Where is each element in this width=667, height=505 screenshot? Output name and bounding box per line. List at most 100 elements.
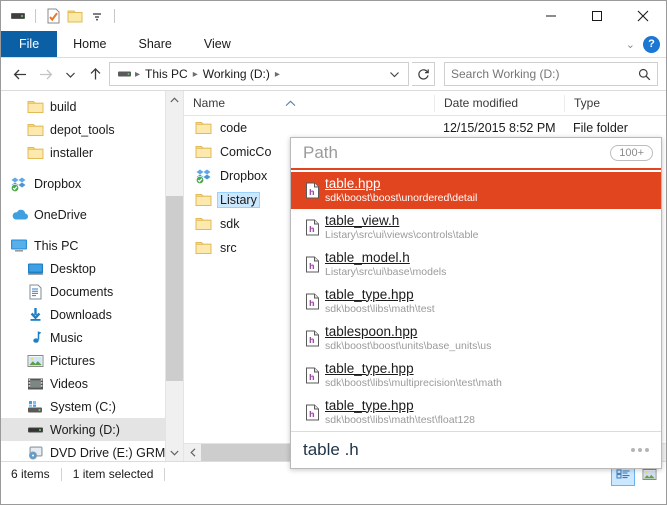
- breadcrumb-dropdown-icon[interactable]: [383, 70, 406, 78]
- nav-item-desktop[interactable]: Desktop: [1, 257, 183, 280]
- nav-item-downloads[interactable]: Downloads: [1, 303, 183, 326]
- nav-item-installer[interactable]: installer: [1, 141, 183, 164]
- svg-text:h: h: [309, 262, 315, 271]
- overflow-menu-icon[interactable]: [631, 448, 649, 452]
- back-button[interactable]: [9, 63, 31, 85]
- refresh-button[interactable]: [412, 62, 435, 86]
- drive-icon[interactable]: [9, 7, 27, 25]
- nav-item-pictures[interactable]: Pictures: [1, 349, 183, 372]
- nav-item-label: installer: [50, 146, 93, 160]
- window-controls: [528, 1, 666, 31]
- help-icon[interactable]: ?: [643, 36, 660, 53]
- close-button[interactable]: [620, 1, 666, 31]
- nav-item-dropbox[interactable]: Dropbox: [1, 172, 183, 195]
- tab-view[interactable]: View: [188, 31, 247, 57]
- properties-icon[interactable]: [44, 7, 62, 25]
- scroll-down-icon[interactable]: [166, 444, 183, 461]
- h-file-icon: h: [299, 293, 325, 310]
- breadcrumb-chevron-2[interactable]: ▸: [273, 69, 282, 80]
- tab-share[interactable]: Share: [123, 31, 188, 57]
- nav-item-onedrive[interactable]: OneDrive: [1, 203, 183, 226]
- column-header-name[interactable]: Name: [184, 95, 434, 112]
- nav-item-this-pc[interactable]: This PC: [1, 234, 183, 257]
- column-header-type[interactable]: Type: [564, 95, 654, 112]
- breadcrumb-chevron-1[interactable]: ▸: [191, 69, 200, 80]
- forward-button[interactable]: [34, 63, 56, 85]
- breadcrumb-item-this-pc[interactable]: This PC: [142, 67, 191, 81]
- recent-locations-button[interactable]: [59, 63, 81, 85]
- result-title: table.hpp: [325, 176, 477, 193]
- downloads-icon: [25, 306, 45, 324]
- status-divider: [61, 468, 62, 481]
- sort-ascending-icon: [285, 100, 296, 107]
- nav-item-label: Music: [50, 331, 83, 345]
- nav-spacer-2: [1, 195, 183, 203]
- breadcrumb-chevron-0[interactable]: ▸: [133, 69, 142, 80]
- quick-access-toolbar: [1, 7, 119, 25]
- breadcrumb-drive-icon[interactable]: [115, 65, 133, 83]
- up-button[interactable]: [84, 63, 106, 85]
- list-item[interactable]: h table_type.hpp sdk\boost\libs\math\tes…: [291, 394, 661, 431]
- list-item[interactable]: h table_model.h Listary\src\ui\base\mode…: [291, 246, 661, 283]
- navigation-scrollbar[interactable]: [165, 91, 183, 461]
- breadcrumb[interactable]: ▸ This PC ▸ Working (D:) ▸: [109, 62, 409, 86]
- new-folder-icon[interactable]: [66, 7, 84, 25]
- nav-item-documents[interactable]: Documents: [1, 280, 183, 303]
- desktop-icon: [25, 260, 45, 278]
- status-divider-2: [164, 468, 165, 481]
- drive-icon: [25, 421, 45, 439]
- list-item[interactable]: h tablespoon.hpp sdk\boost\boost\units\b…: [291, 320, 661, 357]
- listary-query-input[interactable]: table .h: [291, 431, 661, 468]
- folder-icon: [193, 241, 214, 255]
- tab-file[interactable]: File: [1, 31, 57, 57]
- search-placeholder: Search Working (D:): [451, 67, 638, 81]
- file-name-label: sdk: [217, 216, 242, 232]
- maximize-button[interactable]: [574, 1, 620, 31]
- column-header-date-modified[interactable]: Date modified: [434, 95, 564, 112]
- svg-text:h: h: [309, 336, 315, 345]
- videos-icon: [25, 375, 45, 393]
- pictures-icon: [25, 352, 45, 370]
- nav-item-label: depot_tools: [50, 123, 115, 137]
- list-item[interactable]: h table_view.h Listary\src\ui\views\cont…: [291, 209, 661, 246]
- qat-divider-2: [114, 9, 115, 23]
- nav-item-label: Working (D:): [50, 423, 120, 437]
- list-item[interactable]: h table.hpp sdk\boost\boost\unordered\de…: [291, 172, 661, 209]
- search-icon[interactable]: [638, 68, 651, 81]
- customize-dropdown-icon[interactable]: [88, 7, 106, 25]
- expand-ribbon-icon[interactable]: ⌄: [626, 38, 635, 51]
- nav-item-label: DVD Drive (E:) GRMCULX: [50, 446, 183, 460]
- tab-home[interactable]: Home: [57, 31, 122, 57]
- nav-item-build[interactable]: build: [1, 95, 183, 118]
- dvd-drive-icon: [25, 444, 45, 462]
- nav-item-system-c[interactable]: System (C:): [1, 395, 183, 418]
- nav-spacer-1: [1, 164, 183, 172]
- scroll-left-icon[interactable]: [184, 444, 201, 461]
- list-item[interactable]: h table_type.hpp sdk\boost\libs\math\tes…: [291, 283, 661, 320]
- nav-spacer-3: [1, 226, 183, 234]
- overlay-header-label: Path: [303, 143, 610, 163]
- search-input[interactable]: Search Working (D:): [444, 62, 658, 86]
- nav-item-videos[interactable]: Videos: [1, 372, 183, 395]
- scroll-up-icon[interactable]: [166, 91, 183, 108]
- file-name-label: Listary: [217, 192, 260, 208]
- nav-item-label: build: [50, 100, 76, 114]
- result-path: sdk\boost\libs\math\test\float128: [325, 414, 475, 427]
- nav-item-label: OneDrive: [34, 208, 87, 222]
- nav-item-music[interactable]: Music: [1, 326, 183, 349]
- list-item[interactable]: h table_type.hpp sdk\boost\libs\multipre…: [291, 357, 661, 394]
- column-header-label: Name: [193, 96, 225, 110]
- nav-item-label: Downloads: [50, 308, 112, 322]
- breadcrumb-item-working-d[interactable]: Working (D:): [200, 67, 273, 81]
- nav-item-dvd-drive-e[interactable]: DVD Drive (E:) GRMCULX: [1, 441, 183, 461]
- selection-label: 1 item selected: [73, 467, 154, 481]
- title-bar: [1, 1, 666, 31]
- nav-item-label: Documents: [50, 285, 113, 299]
- folder-icon: [193, 145, 214, 159]
- nav-item-label: Pictures: [50, 354, 95, 368]
- minimize-button[interactable]: [528, 1, 574, 31]
- file-explorer-window: File Home Share View ⌄ ? ▸ This PC ▸: [0, 0, 667, 505]
- nav-item-working-d[interactable]: Working (D:): [1, 418, 183, 441]
- navigation-scrollbar-thumb[interactable]: [166, 196, 183, 381]
- nav-item-depot-tools[interactable]: depot_tools: [1, 118, 183, 141]
